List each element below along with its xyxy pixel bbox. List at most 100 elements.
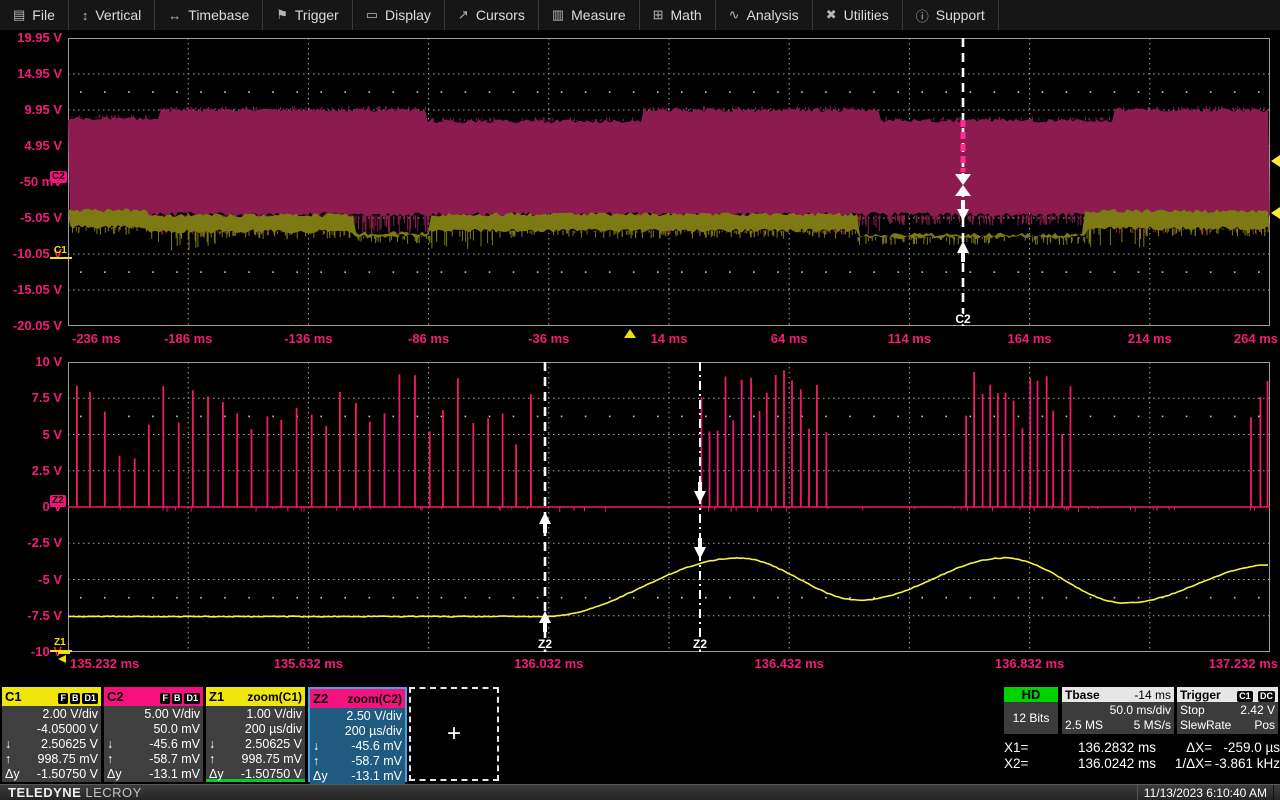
trigger-time-marker[interactable]: [624, 329, 636, 338]
menu-item-display[interactable]: ▭Display: [353, 0, 445, 30]
x-axis-label: 264 ms: [1182, 331, 1278, 347]
x-axis-label: 114 ms: [861, 331, 957, 347]
descriptor-row: ↑998.75 mV: [209, 752, 302, 767]
inv-dx-label: 1/ΔX=: [1156, 756, 1212, 772]
svg-text:Z2: Z2: [538, 637, 552, 651]
descriptor-row: -4.05000 V: [5, 722, 98, 737]
x-axis-label: 135.632 ms: [260, 656, 356, 672]
calculator-icon: ⊞: [653, 7, 664, 23]
status-bar: TELEDYNELECROY 11/13/2023 6:10:40 AM: [0, 784, 1280, 800]
measure-icon: ▥: [552, 7, 564, 23]
y-axis-label: -5 V: [0, 572, 62, 588]
menu-item-label: Trigger: [295, 7, 339, 23]
trigger-box[interactable]: Trigger C1 DC Stop 2.42 V SlewRate Pos: [1177, 687, 1278, 734]
svg-text:Z2: Z2: [693, 637, 707, 651]
y-axis-label: 14.95 V: [0, 66, 62, 82]
timebase-scale: 50.0 ms/div: [1110, 703, 1171, 718]
x-axis-label: 136.032 ms: [501, 656, 597, 672]
descriptor-badge-b: B: [70, 693, 81, 704]
descriptor-row: Δy-1.50750 V: [209, 767, 302, 782]
x1-value: 136.2832 ms: [1040, 740, 1156, 756]
dx-label: ΔX=: [1156, 740, 1212, 756]
horizontal-arrows-icon: ↔: [168, 8, 181, 23]
oscilloscope-app: ▤File↕Vertical↔Timebase⚑Trigger▭Display↗…: [0, 0, 1280, 800]
descriptor-badge-d1: D1: [184, 693, 200, 704]
brand-logo: TELEDYNELECROY: [8, 785, 142, 800]
menu-item-file[interactable]: ▤ File: [0, 0, 69, 30]
channel-marker-c2[interactable]: C2: [50, 171, 67, 183]
menu-item-utilities[interactable]: ✖ Utilities: [813, 0, 903, 30]
descriptor-subtitle: zoom(C2): [347, 692, 402, 706]
trigger-slope: Pos: [1254, 718, 1275, 733]
trigger-coupling-badge: DC: [1258, 691, 1275, 702]
x-axis-label: -86 ms: [381, 331, 477, 347]
trigger-offscreen-arrow[interactable]: [58, 655, 66, 663]
hd-mode-box[interactable]: HD 12 Bits: [1004, 687, 1058, 734]
cursor-arrow-icon: ↗: [458, 7, 469, 23]
timebase-box[interactable]: Tbase -14 ms 50.0 ms/div 2.5 MS 5 MS/s: [1062, 687, 1174, 734]
file-icon: ▤: [13, 7, 25, 23]
datetime-display[interactable]: 11/13/2023 6:10:40 AM: [1137, 785, 1274, 800]
main-waveform-grid[interactable]: C2: [68, 38, 1270, 326]
add-trace-box[interactable]: +: [409, 687, 499, 781]
y-axis-label: -7.5 V: [0, 608, 62, 624]
inv-dx-value: -3.861 kHz: [1212, 756, 1280, 772]
timebase-samples: 2.5 MS: [1065, 718, 1103, 733]
level-indicator-arrow[interactable]: [1271, 207, 1280, 219]
channel-marker-c1[interactable]: C1: [52, 245, 69, 257]
descriptor-title: Z2: [313, 691, 328, 706]
vertical-arrows-icon: ↕: [82, 8, 89, 23]
trigger-title: Trigger: [1180, 688, 1221, 702]
hd-title: HD: [1004, 687, 1058, 702]
menu-item-label: Analysis: [747, 7, 799, 23]
descriptor-row: 200 µs/div: [313, 724, 402, 739]
trace-descriptor-c2[interactable]: C2FBD15.00 V/div50.0 mV↓-45.6 mV↑-58.7 m…: [104, 687, 203, 782]
trace-descriptor-z1[interactable]: Z1zoom(C1)1.00 V/div200 µs/div↓2.50625 V…: [206, 687, 305, 782]
descriptor-title: Z1: [209, 689, 224, 704]
x-axis-label: 137.232 ms: [1182, 656, 1278, 672]
y-axis-label: -20.05 V: [0, 318, 62, 334]
descriptor-row: 2.50 V/div: [313, 709, 402, 724]
descriptor-row: ↑998.75 mV: [5, 752, 98, 767]
descriptor-row: ↓2.50625 V: [209, 737, 302, 752]
tools-icon: ✖: [826, 7, 837, 23]
trigger-offscreen-bar: [58, 652, 70, 654]
menu-item-label: File: [32, 7, 55, 23]
trigger-level: 2.42 V: [1240, 703, 1275, 718]
y-axis-label: -15.05 V: [0, 282, 62, 298]
trace-descriptor-z2[interactable]: Z2zoom(C2)2.50 V/div200 µs/div↓-45.6 mV↑…: [308, 687, 407, 782]
menu-item-label: Utilities: [844, 7, 889, 23]
menu-item-math[interactable]: ⊞Math: [640, 0, 716, 30]
descriptor-row: 50.0 mV: [107, 722, 200, 737]
x-axis-label: 64 ms: [741, 331, 837, 347]
menu-item-measure[interactable]: ▥Measure: [539, 0, 640, 30]
level-indicator-arrow[interactable]: [1271, 155, 1280, 167]
menu-item-analysis[interactable]: ∿Analysis: [716, 0, 813, 30]
zoom-waveform-grid[interactable]: Z2 Z2: [68, 362, 1270, 652]
channel-marker-z1[interactable]: Z1: [52, 637, 68, 649]
menu-item-label: Timebase: [188, 7, 249, 23]
descriptor-row: ↑-58.7 mV: [107, 752, 200, 767]
descriptor-badge-b: B: [172, 693, 183, 704]
x2-label: X2=: [1004, 756, 1040, 772]
channel-marker-z2[interactable]: Z2: [50, 495, 66, 507]
menu-item-cursors[interactable]: ↗Cursors: [445, 0, 539, 30]
cursor-readout: X1= 136.2832 ms ΔX= -259.0 µs X2= 136.02…: [1004, 740, 1280, 772]
descriptor-row: Δy-1.50750 V: [5, 767, 98, 782]
y-axis-label: 2.5 V: [0, 463, 62, 479]
svg-text:C2: C2: [955, 312, 971, 326]
descriptor-subtitle: zoom(C1): [247, 690, 302, 704]
descriptor-badge-f: F: [160, 693, 170, 704]
y-axis-label: -2.5 V: [0, 535, 62, 551]
menu-item-support[interactable]: ⓘSupport: [903, 0, 999, 30]
menu-item-timebase[interactable]: ↔ Timebase: [155, 0, 263, 30]
descriptor-row: Δy-13.1 mV: [313, 769, 402, 784]
x2-value: 136.0242 ms: [1040, 756, 1156, 772]
x-axis-label: 136.832 ms: [982, 656, 1078, 672]
timebase-offset: -14 ms: [1134, 688, 1171, 702]
menu-item-vertical[interactable]: ↕Vertical: [69, 0, 155, 30]
menu-item-label: Display: [385, 7, 431, 23]
menu-item-trigger[interactable]: ⚑Trigger: [263, 0, 352, 30]
descriptor-badge-d1: D1: [82, 693, 98, 704]
trace-descriptor-c1[interactable]: C1FBD12.00 V/div-4.05000 V↓2.50625 V↑998…: [2, 687, 101, 782]
